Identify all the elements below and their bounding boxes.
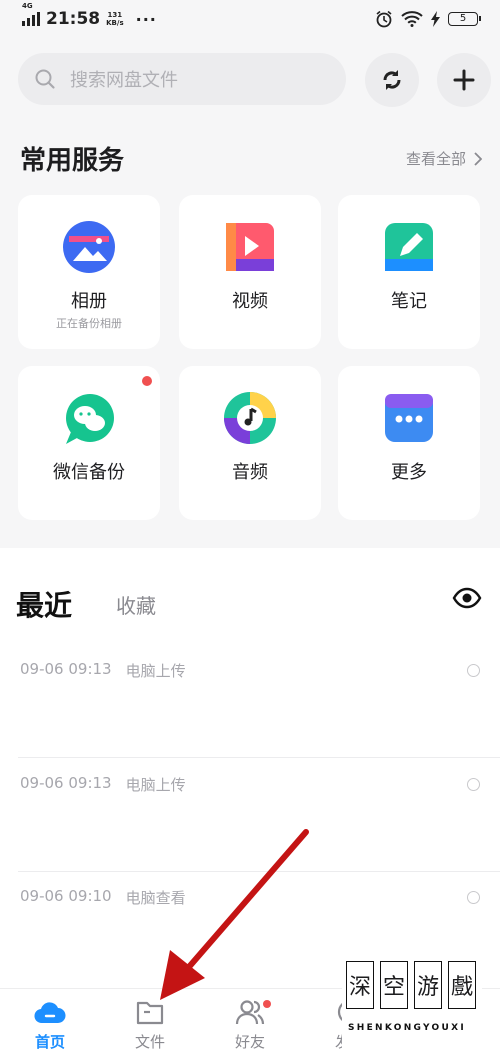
annotation-arrow-icon	[160, 829, 309, 1000]
watermark-logo: 深 空 游 戲 SHENKONGYOUXI	[342, 955, 482, 1055]
